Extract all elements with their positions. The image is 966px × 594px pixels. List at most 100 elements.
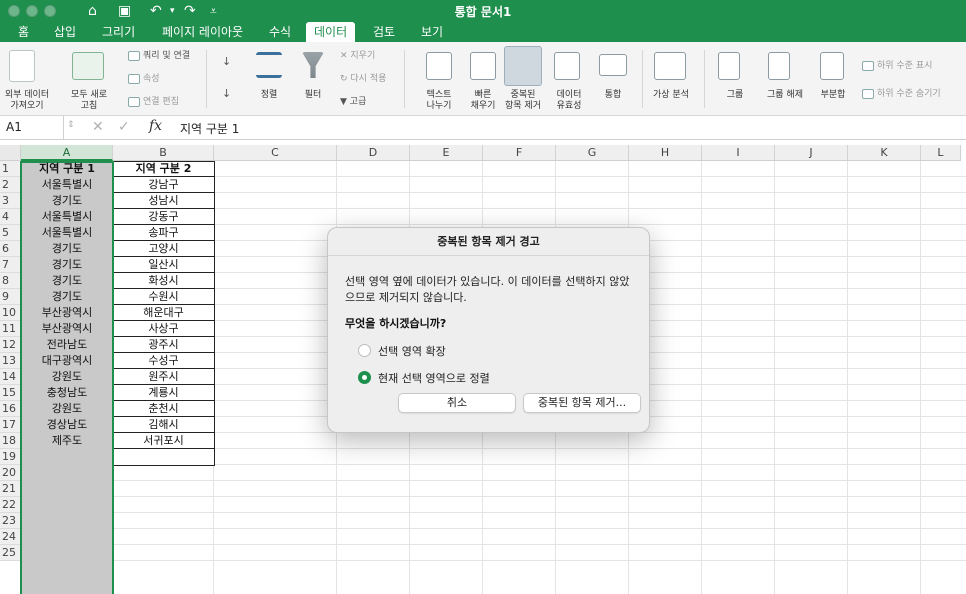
row-header-23[interactable]: 23 (0, 513, 21, 529)
row-header-19[interactable]: 19 (0, 449, 21, 465)
column-header-k[interactable]: K (848, 145, 921, 161)
cell-a10[interactable]: 부산광역시 (21, 305, 113, 321)
consolidate-button[interactable]: 통합 (596, 90, 630, 101)
expand-selection-radio[interactable] (358, 344, 371, 357)
subtotal-button[interactable]: 부분합 (815, 90, 851, 101)
cell-b16[interactable]: 춘천시 (113, 401, 214, 417)
row-header-1[interactable]: 1 (0, 161, 21, 177)
ungroup-icon[interactable] (768, 52, 790, 80)
row-header-11[interactable]: 11 (0, 321, 21, 337)
tab-view[interactable]: 보기 (413, 22, 451, 42)
sort-button[interactable]: 정렬 (254, 90, 284, 101)
cell-b18[interactable]: 서귀포시 (113, 433, 214, 449)
formula-input[interactable]: 지역 구분 1 (180, 120, 239, 137)
column-header-l[interactable]: L (921, 145, 961, 161)
hide-detail-button[interactable]: 하위 수준 숨기기 (862, 88, 941, 100)
cancel-button[interactable]: 취소 (398, 393, 516, 413)
cell-b1[interactable]: 지역 구분 2 (113, 161, 214, 177)
column-header-c[interactable]: C (214, 145, 337, 161)
cell-b8[interactable]: 화성시 (113, 273, 214, 289)
reapply-filter-button[interactable]: ↻ 다시 적용 (340, 73, 386, 85)
consolidate-icon[interactable] (599, 54, 627, 76)
cell-b13[interactable]: 수성구 (113, 353, 214, 369)
show-detail-button[interactable]: 하위 수준 표시 (862, 60, 932, 72)
column-header-e[interactable]: E (410, 145, 483, 161)
cancel-icon[interactable]: ✕ (92, 119, 104, 135)
group-icon[interactable] (718, 52, 740, 80)
cell-b12[interactable]: 광주시 (113, 337, 214, 353)
column-header-j[interactable]: J (775, 145, 848, 161)
row-header-8[interactable]: 8 (0, 273, 21, 289)
row-header-24[interactable]: 24 (0, 529, 21, 545)
sort-descending-icon[interactable]: ↓ (222, 88, 231, 100)
cell-a9[interactable]: 경기도 (21, 289, 113, 305)
cell-a15[interactable]: 충청남도 (21, 385, 113, 401)
row-header-2[interactable]: 2 (0, 177, 21, 193)
ungroup-button[interactable]: 그룹 해제 (762, 90, 808, 101)
tab-home[interactable]: 홈 (10, 22, 37, 42)
current-selection-label[interactable]: 현재 선택 영역으로 정렬 (378, 370, 490, 386)
expand-selection-label[interactable]: 선택 영역 확장 (378, 343, 446, 359)
column-header-b[interactable]: B (113, 145, 214, 161)
remove-duplicates-icon[interactable] (504, 46, 542, 86)
filter-button[interactable]: 필터 (298, 90, 328, 101)
row-header-4[interactable]: 4 (0, 209, 21, 225)
row-header-18[interactable]: 18 (0, 433, 21, 449)
column-header-h[interactable]: H (629, 145, 702, 161)
row-header-10[interactable]: 10 (0, 305, 21, 321)
row-header-13[interactable]: 13 (0, 353, 21, 369)
cell-a7[interactable]: 경기도 (21, 257, 113, 273)
cell-a12[interactable]: 전라남도 (21, 337, 113, 353)
group-button[interactable]: 그룹 (718, 90, 752, 101)
data-validation-icon[interactable] (554, 52, 580, 80)
tab-formulas[interactable]: 수식 (261, 22, 299, 42)
row-header-3[interactable]: 3 (0, 193, 21, 209)
column-header-f[interactable]: F (483, 145, 556, 161)
row-header-17[interactable]: 17 (0, 417, 21, 433)
what-if-icon[interactable] (654, 52, 686, 80)
external-data-icon[interactable] (9, 50, 35, 82)
row-header-7[interactable]: 7 (0, 257, 21, 273)
column-header-a[interactable]: A (21, 145, 113, 161)
cell-b5[interactable]: 송파구 (113, 225, 214, 241)
sort-icon[interactable] (256, 52, 282, 78)
cell-a5[interactable]: 서울특별시 (21, 225, 113, 241)
cell-a16[interactable]: 강원도 (21, 401, 113, 417)
tab-draw[interactable]: 그리기 (94, 22, 143, 42)
row-header-14[interactable]: 14 (0, 369, 21, 385)
tab-data[interactable]: 데이터 (306, 22, 356, 42)
advanced-filter-button[interactable]: ▼ 고급 (340, 96, 366, 108)
cell-b17[interactable]: 김해시 (113, 417, 214, 433)
row-header-12[interactable]: 12 (0, 337, 21, 353)
subtotal-icon[interactable] (820, 52, 844, 80)
cell-a14[interactable]: 강원도 (21, 369, 113, 385)
row-header-22[interactable]: 22 (0, 497, 21, 513)
sort-ascending-icon[interactable]: ↓ (222, 56, 231, 68)
enter-icon[interactable]: ✓ (118, 119, 130, 135)
flash-fill-icon[interactable] (470, 52, 496, 80)
row-header-16[interactable]: 16 (0, 401, 21, 417)
name-box[interactable]: A1 (0, 116, 64, 140)
cell-a6[interactable]: 경기도 (21, 241, 113, 257)
flash-fill-button[interactable]: 빠른 채우기 (462, 90, 504, 112)
cell-b7[interactable]: 일산시 (113, 257, 214, 273)
queries-connections-button[interactable]: 쿼리 및 연결 (128, 50, 190, 62)
cell-a4[interactable]: 서울특별시 (21, 209, 113, 225)
row-header-21[interactable]: 21 (0, 481, 21, 497)
get-external-data-button[interactable]: 외부 데이터 가져오기 (2, 90, 52, 112)
select-all-button[interactable] (0, 145, 21, 161)
text-to-columns-icon[interactable] (426, 52, 452, 80)
cell-a1[interactable]: 지역 구분 1 (21, 161, 113, 177)
cell-b6[interactable]: 고양시 (113, 241, 214, 257)
refresh-icon[interactable] (72, 52, 104, 80)
row-header-6[interactable]: 6 (0, 241, 21, 257)
cell-a18[interactable]: 제주도 (21, 433, 113, 449)
text-to-columns-button[interactable]: 텍스트 나누기 (416, 90, 462, 112)
cell-a3[interactable]: 경기도 (21, 193, 113, 209)
edit-links-button[interactable]: 연결 편집 (128, 96, 179, 108)
name-box-stepper-icon[interactable]: ⇕ (67, 120, 75, 130)
cell-b9[interactable]: 수원시 (113, 289, 214, 305)
current-selection-radio[interactable] (358, 371, 371, 384)
cell-a2[interactable]: 서울특별시 (21, 177, 113, 193)
cell-b15[interactable]: 계룡시 (113, 385, 214, 401)
